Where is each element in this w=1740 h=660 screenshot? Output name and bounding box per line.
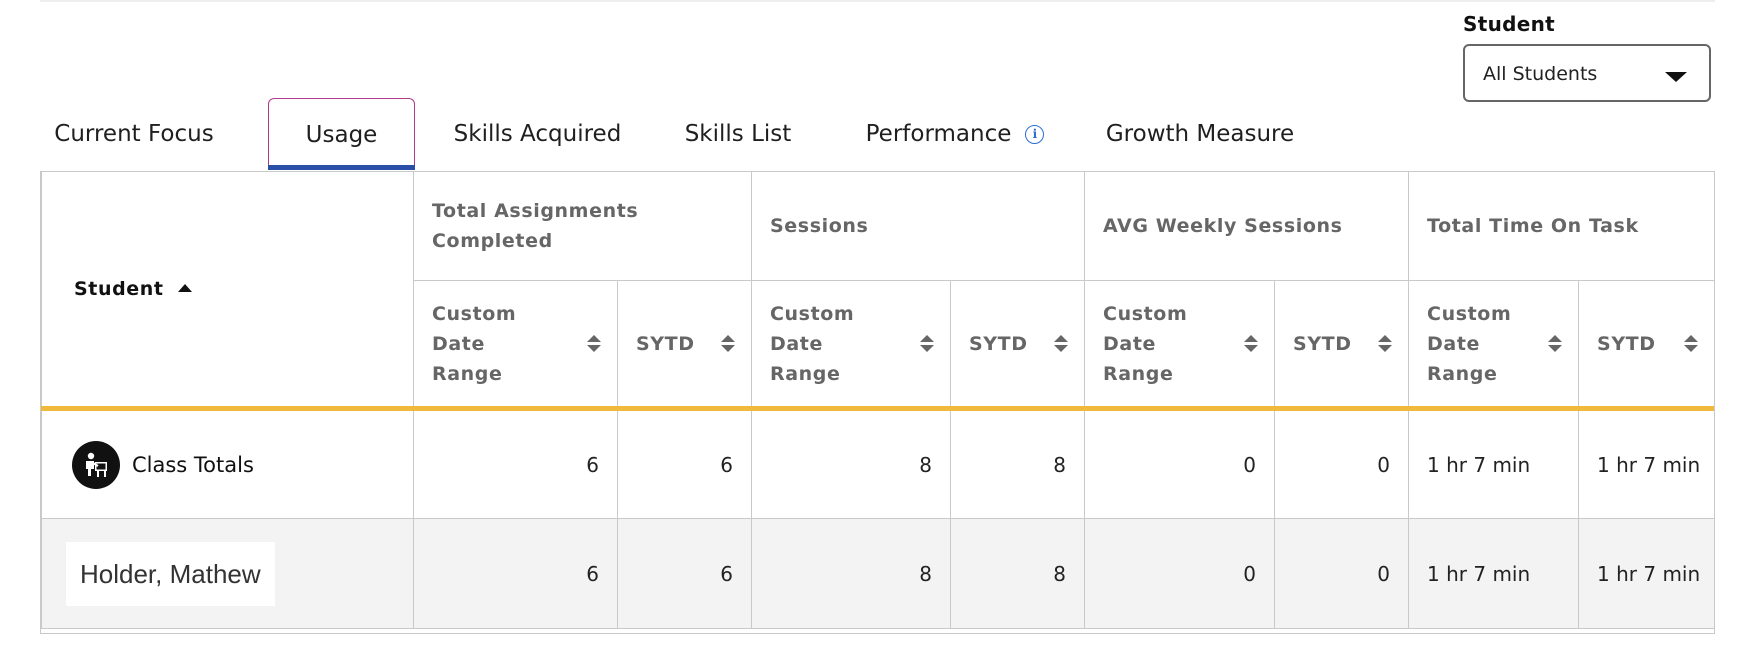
tab-skills-list[interactable]: Skills List xyxy=(668,98,808,170)
totals-sessions-custom: 8 xyxy=(751,408,952,519)
sessions-sytd-header[interactable]: SYTD xyxy=(950,280,1086,411)
sort-icon xyxy=(1244,335,1259,352)
student-name-cell: Holder, Mathew xyxy=(41,518,414,629)
tab-usage[interactable]: Usage xyxy=(268,98,415,170)
student-filter-label: Student xyxy=(1463,12,1555,36)
sort-ascending-icon xyxy=(177,283,192,292)
sort-icon xyxy=(1548,335,1563,352)
student-time-sytd: 1 hr 7 min xyxy=(1578,518,1714,629)
sort-icon xyxy=(587,335,601,352)
sort-icon xyxy=(1378,335,1393,352)
group-header-sessions: Sessions xyxy=(751,171,1086,281)
student-avg-weekly-custom: 0 xyxy=(1084,518,1276,629)
time-on-task-sytd-header[interactable]: SYTD xyxy=(1578,280,1714,411)
class-totals-label: Class Totals xyxy=(132,452,254,477)
time-on-task-custom-header[interactable]: Custom Date Range xyxy=(1408,280,1580,411)
totals-assignments-custom: 6 xyxy=(413,408,618,519)
group-header-avg-weekly-sessions: AVG Weekly Sessions xyxy=(1084,171,1410,281)
top-divider xyxy=(40,0,1715,2)
totals-avg-weekly-sytd: 0 xyxy=(1274,408,1410,519)
tab-performance[interactable]: Performance i xyxy=(850,98,1060,170)
avg-weekly-custom-header[interactable]: Custom Date Range xyxy=(1084,280,1276,411)
student-name-link[interactable]: Holder, Mathew xyxy=(66,541,275,606)
student-avg-weekly-sytd: 0 xyxy=(1274,518,1410,629)
totals-avg-weekly-custom: 0 xyxy=(1084,408,1276,519)
class-totals-icon xyxy=(72,440,120,489)
student-time-custom: 1 hr 7 min xyxy=(1408,518,1580,629)
sort-icon xyxy=(1054,335,1069,352)
sort-icon xyxy=(920,335,935,352)
assignments-custom-header[interactable]: Custom Date Range xyxy=(413,280,618,411)
usage-table: Student Total Assignments Completed Sess… xyxy=(40,171,1715,634)
student-column-header[interactable]: Student xyxy=(41,171,414,411)
info-icon[interactable]: i xyxy=(1025,124,1045,144)
sort-icon xyxy=(1684,335,1699,352)
student-filter-value: All Students xyxy=(1483,63,1598,85)
student-sessions-custom: 8 xyxy=(751,518,952,629)
student-sessions-sytd: 8 xyxy=(950,518,1086,629)
tab-skills-acquired[interactable]: Skills Acquired xyxy=(450,98,625,170)
student-assignments-sytd: 6 xyxy=(616,518,753,629)
sort-icon xyxy=(721,335,736,352)
chevron-down-icon xyxy=(1665,72,1687,82)
totals-time-sytd: 1 hr 7 min xyxy=(1578,408,1714,519)
assignments-sytd-header[interactable]: SYTD xyxy=(616,280,753,411)
totals-sessions-sytd: 8 xyxy=(950,408,1086,519)
tab-current-focus[interactable]: Current Focus xyxy=(40,98,228,170)
totals-time-custom: 1 hr 7 min xyxy=(1408,408,1580,519)
class-totals-cell: Class Totals xyxy=(41,408,414,519)
group-header-assignments: Total Assignments Completed xyxy=(412,171,753,281)
student-assignments-custom: 6 xyxy=(413,518,618,629)
student-filter-select[interactable]: All Students xyxy=(1463,44,1711,102)
group-header-time-on-task: Total Time On Task xyxy=(1408,171,1714,281)
sessions-custom-header[interactable]: Custom Date Range xyxy=(751,280,952,411)
tab-growth-measure[interactable]: Growth Measure xyxy=(1100,98,1300,170)
table-row: Holder, Mathew 6 6 8 8 0 0 1 hr 7 min 1 … xyxy=(41,518,1714,629)
avg-weekly-sytd-header[interactable]: SYTD xyxy=(1274,280,1410,411)
totals-assignments-sytd: 6 xyxy=(616,408,753,519)
class-totals-row: Class Totals 6 6 8 8 0 0 1 hr 7 min 1 hr… xyxy=(41,408,1714,519)
